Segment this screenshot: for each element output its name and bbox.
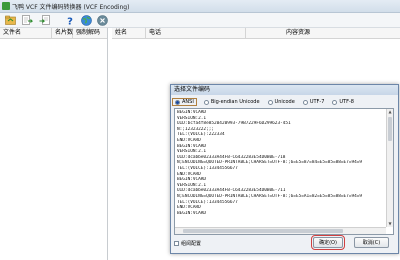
checkbox-label: 组阅配置 <box>181 241 202 247</box>
column-name[interactable]: 姓名 <box>112 28 146 38</box>
radio-label: UTF-8 <box>339 99 354 105</box>
radio-label: UTF-7 <box>309 99 325 105</box>
toolbar: ? <box>0 13 400 28</box>
svg-text:?: ? <box>67 16 73 26</box>
column-filename[interactable]: 文件名 <box>0 28 52 38</box>
export-icon[interactable] <box>38 14 50 26</box>
window-title: 飞鸭 VCF 文件编码转换器 (VCF Encoding) <box>12 4 130 11</box>
help-icon[interactable]: ? <box>64 14 76 26</box>
radio-label: Unicode <box>274 99 295 105</box>
radio-label: Big-endian Unicode <box>210 99 260 105</box>
radio-utf8[interactable]: UTF-8 <box>332 99 354 105</box>
ok-button[interactable]: 确定(O) <box>311 235 345 250</box>
scroll-up-icon[interactable]: ▲ <box>387 109 393 115</box>
column-content[interactable]: 内容资源 <box>246 28 400 38</box>
encoding-dialog: 选择文件编码 ANSI Big-endian Unicode Unicode U… <box>170 84 399 254</box>
vertical-scrollbar[interactable]: ▲ ▼ <box>386 109 393 227</box>
radio-ansi[interactable]: ANSI <box>172 98 197 106</box>
scrollbar-thumb[interactable] <box>388 117 392 141</box>
config-checkbox[interactable]: 组阅配置 <box>174 240 201 247</box>
convert-icon[interactable] <box>21 14 33 26</box>
radio-unchecked-icon <box>302 99 308 105</box>
content-line: N;ENCODING=QUOTED-PRINTABLE;CHARSET=UTF-… <box>177 193 363 199</box>
scrollbar-thumb[interactable] <box>183 229 343 233</box>
column-phone[interactable]: 电话 <box>146 28 246 38</box>
radio-big-endian-unicode[interactable]: Big-endian Unicode <box>203 99 260 105</box>
radio-unchecked-icon <box>332 99 338 105</box>
cancel-button[interactable]: 取消(C) <box>354 237 389 248</box>
dialog-footer: 组阅配置 确定(O) 取消(C) <box>174 235 393 250</box>
content-line: BEGIN:VCARD <box>177 210 207 216</box>
title-bar: 飞鸭 VCF 文件编码转换器 (VCF Encoding) <box>0 0 400 13</box>
encoding-options: ANSI Big-endian Unicode Unicode UTF-7 UT… <box>172 97 393 107</box>
radio-unchecked-icon <box>203 99 209 105</box>
file-content-preview[interactable]: BEGIN:VCARD VERSION:2.1 UID:bcfa4f8e852042… <box>174 108 394 235</box>
column-force-decode[interactable]: 强制解码 <box>73 28 107 38</box>
horizontal-scrollbar[interactable] <box>175 227 386 234</box>
globe-icon[interactable] <box>80 14 92 26</box>
contact-list-header: 姓名 电话 内容资源 <box>112 28 400 39</box>
radio-utf7[interactable]: UTF-7 <box>302 99 325 105</box>
dialog-title: 选择文件编码 <box>171 85 398 95</box>
file-list-header: 文件名 名片数 强制解码 <box>0 28 107 39</box>
scroll-down-icon[interactable]: ▼ <box>387 221 393 227</box>
radio-unchecked-icon <box>267 99 273 105</box>
close-icon[interactable] <box>96 14 108 26</box>
content-lines: BEGIN:VCARD VERSION:2.1 UID:bcfa4f8e852042… <box>177 110 382 216</box>
column-card-count[interactable]: 名片数 <box>52 28 73 38</box>
radio-label: ANSI <box>182 99 194 105</box>
radio-checked-icon <box>175 99 180 105</box>
open-folder-icon[interactable] <box>4 14 16 26</box>
radio-unicode[interactable]: Unicode <box>267 99 295 105</box>
checkbox-unchecked-icon <box>174 241 179 246</box>
app-icon <box>2 2 10 10</box>
file-list-pane[interactable]: 文件名 名片数 强制解码 <box>0 28 108 260</box>
